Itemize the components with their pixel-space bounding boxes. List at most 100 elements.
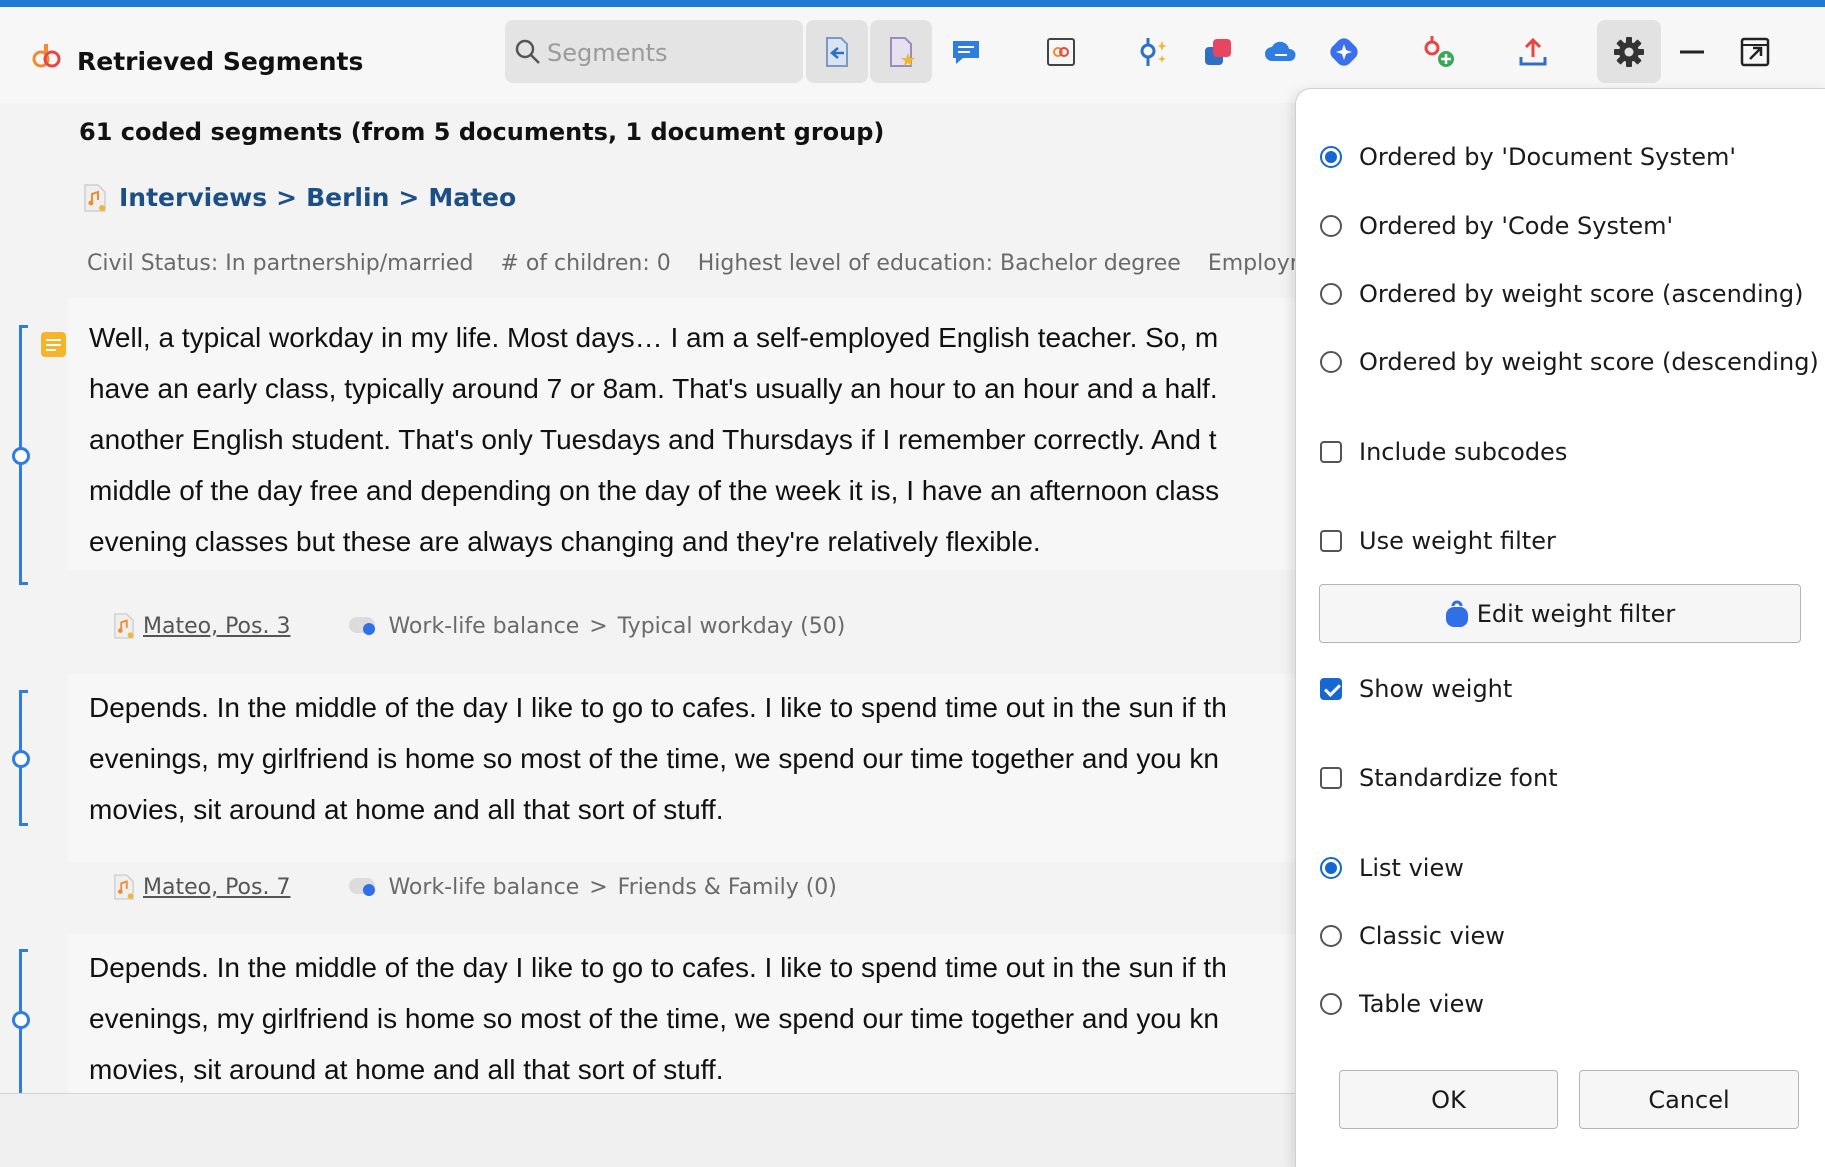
export-button[interactable] <box>1502 20 1564 83</box>
segment-handle-icon[interactable] <box>12 447 30 465</box>
breadcrumb-item-interviews[interactable]: Interviews <box>119 183 267 212</box>
segment-text: Depends. In the middle of the day I like… <box>89 682 1227 835</box>
option-standardize-font[interactable]: Standardize font <box>1320 764 1558 792</box>
minimize-button[interactable] <box>1661 20 1723 83</box>
segment-line: evening classes but these are always cha… <box>89 526 1041 557</box>
audio-document-icon <box>114 874 134 900</box>
cancel-button[interactable]: Cancel <box>1579 1070 1799 1129</box>
segment-handle-icon[interactable] <box>12 1011 30 1029</box>
checkbox-include-subcodes[interactable] <box>1320 441 1342 463</box>
segment-line: Well, a typical workday in my life. Most… <box>89 322 1219 353</box>
option-label: Use weight filter <box>1359 527 1556 555</box>
segment-line: have an early class, typically around 7 … <box>89 373 1218 404</box>
settings-button[interactable] <box>1597 20 1661 83</box>
code-toggle-icon <box>349 878 376 896</box>
variable-employment: Employment: Se <box>1207 251 1300 276</box>
radio-order-document-system[interactable] <box>1320 146 1342 168</box>
breadcrumb-separator: > <box>276 183 298 212</box>
segment-text: Depends. In the middle of the day I like… <box>89 942 1227 1093</box>
segment-code[interactable]: Work-life balance > Typical workday (50) <box>348 614 845 639</box>
code-toggle-icon <box>349 617 376 635</box>
option-label: Show weight <box>1359 675 1513 703</box>
radio-order-weight-asc[interactable] <box>1320 283 1342 305</box>
export-icon <box>1519 37 1547 65</box>
new-code-button[interactable] <box>1408 20 1470 83</box>
segment-card[interactable]: Well, a typical workday in my life. Most… <box>68 298 1300 570</box>
option-order-code-system[interactable]: Ordered by 'Code System' <box>1320 212 1673 240</box>
code-matrix-icon <box>1047 37 1075 66</box>
option-label: Ordered by 'Code System' <box>1359 212 1674 240</box>
segment-code[interactable]: Work-life balance > Friends & Family (0) <box>348 875 837 900</box>
option-classic-view[interactable]: Classic view <box>1320 922 1505 950</box>
option-include-subcodes[interactable]: Include subcodes <box>1320 438 1567 466</box>
smart-coding-button[interactable] <box>1122 20 1184 83</box>
comment-icon <box>953 40 979 64</box>
cloud-button[interactable] <box>1250 20 1312 83</box>
segment-line: evenings, my girlfriend is home so most … <box>89 1003 1219 1034</box>
audio-document-icon <box>84 183 106 212</box>
option-list-view[interactable]: List view <box>1320 854 1464 882</box>
variable-civil-status: Civil Status: In partnership/married <box>87 251 474 276</box>
comment-button[interactable] <box>935 20 997 83</box>
checkbox-standardize-font[interactable] <box>1320 767 1342 789</box>
segment-text: Well, a typical workday in my life. Most… <box>89 312 1219 567</box>
edit-weight-filter-button[interactable]: Edit weight filter <box>1319 584 1801 643</box>
option-order-document-system[interactable]: Ordered by 'Document System' <box>1320 143 1736 171</box>
radio-table-view[interactable] <box>1320 993 1342 1015</box>
segment-line: Depends. In the middle of the day I like… <box>89 952 1227 983</box>
search-box[interactable] <box>505 20 803 85</box>
segment-card[interactable]: Depends. In the middle of the day I like… <box>68 934 1300 1093</box>
option-label: Standardize font <box>1359 764 1558 792</box>
option-label: Table view <box>1359 990 1484 1018</box>
document-position-link[interactable]: Mateo, Pos. 3 <box>143 614 290 639</box>
option-table-view[interactable]: Table view <box>1320 990 1484 1018</box>
segment-meta: Mateo, Pos. 3 Work-life balance > Typica… <box>113 613 845 639</box>
breadcrumb-item-berlin[interactable]: Berlin <box>306 183 389 212</box>
minimize-icon <box>1680 50 1704 53</box>
popout-icon <box>1740 37 1770 66</box>
search-icon <box>515 39 540 64</box>
memo-icon[interactable] <box>40 331 67 358</box>
checkbox-use-weight-filter[interactable] <box>1320 530 1342 552</box>
app-logo-icon <box>32 44 61 68</box>
option-show-weight[interactable]: Show weight <box>1320 675 1512 703</box>
ai-assist-icon <box>1330 37 1358 66</box>
settings-icon <box>1614 36 1644 67</box>
option-order-weight-desc[interactable]: Ordered by weight score (descending) <box>1320 348 1819 376</box>
option-label: Ordered by weight score (descending) <box>1359 348 1819 376</box>
breadcrumb-item-mateo[interactable]: Mateo <box>428 183 516 212</box>
breadcrumb: Interviews > Berlin > Mateo <box>83 183 516 212</box>
option-label: Ordered by weight score (ascending) <box>1359 280 1804 308</box>
segment-bracket[interactable] <box>12 325 30 585</box>
option-use-weight-filter[interactable]: Use weight filter <box>1320 527 1556 555</box>
favorite-documents-button[interactable] <box>870 20 932 83</box>
audio-document-icon <box>114 613 134 639</box>
ai-assist-button[interactable] <box>1313 20 1375 83</box>
checkbox-show-weight[interactable] <box>1320 678 1342 700</box>
popout-button[interactable] <box>1724 20 1786 83</box>
radio-order-code-system[interactable] <box>1320 215 1342 237</box>
favorite-documents-icon <box>890 36 915 67</box>
code-matrix-button[interactable] <box>1030 20 1092 83</box>
activate-documents-button[interactable] <box>806 20 868 83</box>
smart-coding-icon <box>1140 37 1167 66</box>
radio-order-weight-desc[interactable] <box>1320 351 1342 373</box>
segment-line: Depends. In the middle of the day I like… <box>89 692 1227 723</box>
segment-bracket[interactable] <box>12 949 30 1093</box>
document-position-link[interactable]: Mateo, Pos. 7 <box>143 875 290 900</box>
ok-button[interactable]: OK <box>1339 1070 1558 1129</box>
code-separator: > <box>589 613 608 639</box>
search-input[interactable] <box>545 20 789 85</box>
segment-line: middle of the day free and depending on … <box>89 475 1220 506</box>
code-name: Typical workday (50) <box>617 613 846 639</box>
radio-classic-view[interactable] <box>1320 925 1342 947</box>
cloud-icon <box>1265 41 1296 61</box>
code-color-button[interactable] <box>1187 20 1249 83</box>
variable-education: Highest level of education: Bachelor deg… <box>697 251 1181 276</box>
segment-handle-icon[interactable] <box>12 750 30 768</box>
segment-bracket[interactable] <box>12 690 30 826</box>
segments-pane: 61 coded segments (from 5 documents, 1 d… <box>0 103 1300 1093</box>
radio-list-view[interactable] <box>1320 857 1342 879</box>
segment-card[interactable]: Depends. In the middle of the day I like… <box>68 674 1300 862</box>
option-order-weight-asc[interactable]: Ordered by weight score (ascending) <box>1320 280 1804 308</box>
